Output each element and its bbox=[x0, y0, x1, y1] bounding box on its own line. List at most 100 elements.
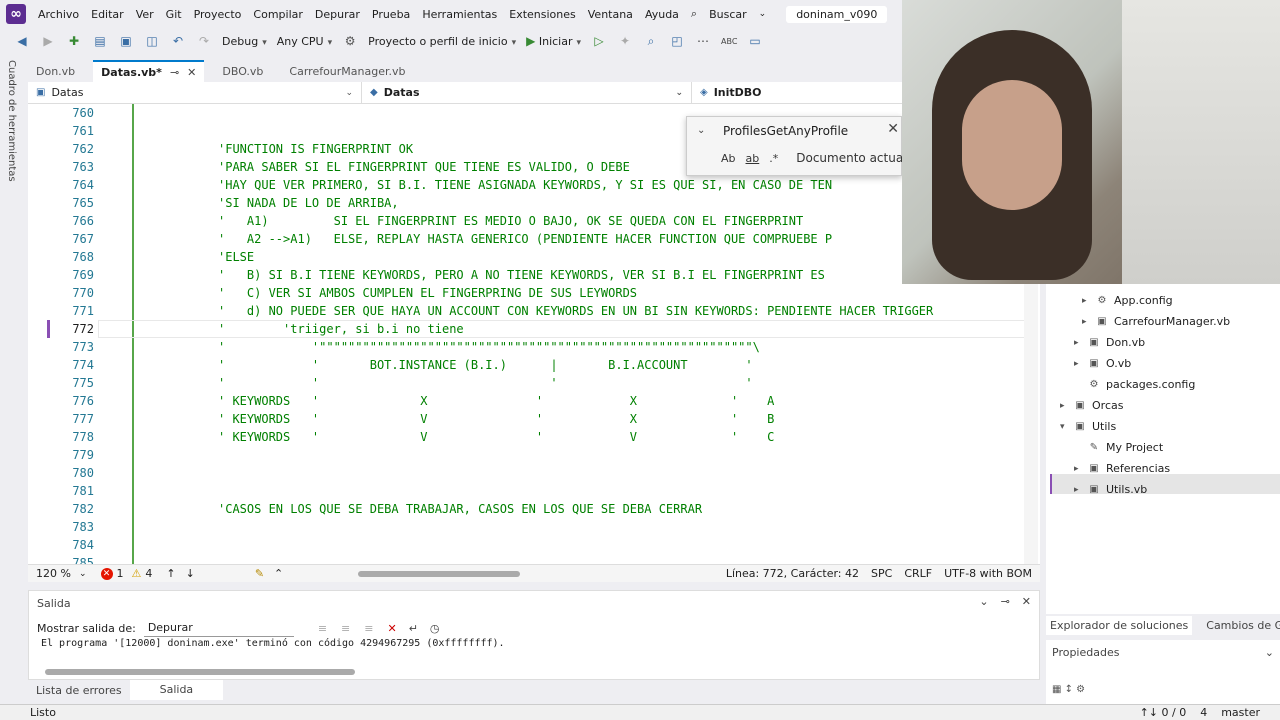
code-line[interactable] bbox=[218, 464, 933, 482]
code-line[interactable]: ' B) SI B.I TIENE KEYWORDS, PERO A NO TI… bbox=[218, 266, 933, 284]
expand-arrow-icon[interactable]: ▸ bbox=[1082, 317, 1094, 327]
word-wrap-icon[interactable]: ↵ bbox=[409, 622, 418, 635]
menu-depurar[interactable]: Depurar bbox=[309, 8, 366, 21]
expand-arrow-icon[interactable]: ▸ bbox=[1060, 401, 1072, 411]
chevron-down-icon[interactable]: ⌄ bbox=[753, 9, 773, 19]
menu-ventana[interactable]: Ventana bbox=[582, 8, 639, 21]
expand-arrow-icon[interactable]: ▸ bbox=[1074, 464, 1086, 474]
pin-icon[interactable]: ⊸ bbox=[170, 66, 179, 79]
menu-proyecto[interactable]: Proyecto bbox=[188, 8, 248, 21]
error-count[interactable]: 1 bbox=[117, 567, 124, 580]
solution-item[interactable]: ✎ My Project bbox=[1074, 441, 1163, 454]
pin-icon[interactable]: ⊸ bbox=[1001, 595, 1010, 608]
code-line[interactable]: 'ELSE bbox=[218, 248, 933, 266]
solution-item[interactable]: ▸ ▣ Utils.vb bbox=[1074, 483, 1147, 496]
regex-icon[interactable]: .* bbox=[769, 152, 778, 165]
chevron-down-icon[interactable]: ⌄ bbox=[79, 569, 87, 579]
expand-arrow-icon[interactable]: ▾ bbox=[1060, 422, 1072, 432]
expand-arrow-icon[interactable]: ▸ bbox=[1074, 485, 1086, 495]
whole-word-icon[interactable]: ab bbox=[746, 152, 760, 165]
menu-compilar[interactable]: Compilar bbox=[247, 8, 308, 21]
chevron-up-icon[interactable]: ⌃ bbox=[274, 567, 283, 580]
expand-arrow-icon[interactable]: ▸ bbox=[1074, 359, 1086, 369]
categorized-icon[interactable]: ▦ ↕ ⚙ bbox=[1052, 684, 1085, 695]
find-scope[interactable]: Documento actual bbox=[796, 151, 906, 165]
menu-herramientas[interactable]: Herramientas bbox=[416, 8, 503, 21]
code-line[interactable]: ' A1) SI EL FINGERPRINT ES MEDIO O BAJO,… bbox=[218, 212, 933, 230]
menu-ayuda[interactable]: Ayuda bbox=[639, 8, 685, 21]
code-line[interactable]: ' KEYWORDS ' X ' X ' A bbox=[218, 392, 933, 410]
new-project-icon[interactable]: ✚ bbox=[66, 34, 82, 48]
code-line[interactable] bbox=[218, 446, 933, 464]
browser-icon[interactable]: ◰ bbox=[669, 34, 685, 48]
code-line[interactable]: ' KEYWORDS ' V ' X ' B bbox=[218, 410, 933, 428]
file-encoding[interactable]: UTF-8 with BOM bbox=[944, 567, 1032, 580]
tab-don[interactable]: Don.vb bbox=[28, 60, 83, 82]
tab-git-changes[interactable]: Cambios de GIT: 9 bbox=[1202, 619, 1280, 632]
find-in-files-icon[interactable]: ⌕ bbox=[643, 34, 659, 49]
close-icon[interactable]: ✕ bbox=[887, 121, 899, 137]
pencil-count[interactable]: 4 bbox=[1200, 706, 1207, 719]
sync-counts[interactable]: ↑↓ 0 / 0 bbox=[1140, 706, 1187, 719]
menu-git[interactable]: Git bbox=[160, 8, 188, 21]
startup-dropdown[interactable]: Proyecto o perfil de inicio ▾ bbox=[368, 35, 516, 48]
code-line[interactable]: ' 'triiger, si b.i no tiene bbox=[218, 320, 933, 338]
tab-error-list[interactable]: Lista de errores bbox=[28, 684, 130, 697]
expand-arrow-icon[interactable]: ▸ bbox=[1074, 338, 1086, 348]
platform-dropdown[interactable]: Any CPU ▾ bbox=[277, 35, 332, 48]
start-without-debug-icon[interactable]: ▷ bbox=[591, 34, 607, 48]
config-dropdown[interactable]: Debug ▾ bbox=[222, 35, 267, 48]
toolbox-label[interactable]: Cuadro de herramientas bbox=[6, 60, 17, 182]
solution-item[interactable]: ⚙ packages.config bbox=[1074, 378, 1196, 391]
clear-all-icon[interactable]: ✕ bbox=[387, 622, 396, 635]
tab-output[interactable]: Salida bbox=[129, 680, 224, 700]
toolbox-sidebar[interactable]: Cuadro de herramientas bbox=[0, 54, 28, 704]
code-line[interactable]: ' ' ' ' bbox=[218, 374, 933, 392]
chevron-down-icon[interactable]: ⌄ bbox=[1265, 646, 1274, 659]
forward-icon[interactable]: ▶ bbox=[40, 34, 56, 48]
solution-item[interactable]: ▸ ▣ Don.vb bbox=[1074, 336, 1145, 349]
git-branch[interactable]: master bbox=[1221, 706, 1260, 719]
code-line[interactable]: ' A2 -->A1) ELSE, REPLAY HASTA GENERICO … bbox=[218, 230, 933, 248]
member-dropdown[interactable]: ◈ InitDBO bbox=[692, 82, 902, 103]
solution-item[interactable]: ▸ ▣ CarrefourManager.vb bbox=[1082, 315, 1230, 328]
solution-item[interactable]: ▸ ▣ O.vb bbox=[1074, 357, 1131, 370]
output-toolbar-icons[interactable]: ≡≡≡ bbox=[318, 622, 388, 635]
warning-icon[interactable]: ⚠ bbox=[132, 567, 142, 580]
solution-item[interactable]: ▾ ▣ Utils bbox=[1060, 420, 1116, 433]
start-button[interactable]: ▶ Iniciar ▾ bbox=[526, 34, 581, 48]
code-line[interactable]: ' d) NO PUEDE SER QUE HAYA UN ACCOUNT CO… bbox=[218, 302, 933, 320]
tab-datas[interactable]: Datas.vb* ⊸ ✕ bbox=[93, 60, 205, 82]
menu-ver[interactable]: Ver bbox=[130, 8, 160, 21]
redo-icon[interactable]: ↷ bbox=[196, 34, 212, 48]
code-line[interactable]: 'HAY QUE VER PRIMERO, SI B.I. TIENE ASIG… bbox=[218, 176, 933, 194]
menu-extensiones[interactable]: Extensiones bbox=[503, 8, 582, 21]
menu-archivo[interactable]: Archivo bbox=[32, 8, 85, 21]
code-line[interactable] bbox=[218, 536, 933, 554]
solution-item[interactable]: ▸ ▣ Referencias bbox=[1074, 462, 1170, 475]
close-icon[interactable]: ✕ bbox=[1022, 595, 1031, 608]
arrow-down-icon[interactable]: ↓ bbox=[186, 567, 195, 580]
spellcheck-icon[interactable]: ABC bbox=[721, 37, 737, 46]
close-icon[interactable]: ✕ bbox=[187, 66, 196, 79]
more-icon[interactable]: ⋯ bbox=[695, 34, 711, 48]
expand-arrow-icon[interactable]: ▸ bbox=[1082, 296, 1094, 306]
tab-solution-explorer[interactable]: Explorador de soluciones bbox=[1046, 615, 1193, 635]
code-line[interactable]: ' C) VER SI AMBOS CUMPLEN EL FINGERPRING… bbox=[218, 284, 933, 302]
menu-prueba[interactable]: Prueba bbox=[366, 8, 416, 21]
output-scrollbar[interactable] bbox=[45, 669, 355, 675]
menu-buscar[interactable]: Buscar bbox=[703, 8, 753, 21]
open-icon[interactable]: ▤ bbox=[92, 34, 108, 48]
chevron-down-icon[interactable]: ⌄ bbox=[697, 125, 705, 136]
menu-editar[interactable]: Editar bbox=[85, 8, 130, 21]
code-line[interactable] bbox=[218, 482, 933, 500]
code-line[interactable]: ' ' BOT.INSTANCE (B.I.) | B.I.ACCOUNT ' bbox=[218, 356, 933, 374]
code-line[interactable]: 'SI NADA DE LO DE ARRIBA, bbox=[218, 194, 933, 212]
error-icon[interactable]: ✕ bbox=[100, 567, 113, 580]
zoom-level[interactable]: 120 % bbox=[28, 567, 79, 580]
chevron-down-icon[interactable]: ⌄ bbox=[979, 595, 988, 608]
hot-reload-icon[interactable]: ✦ bbox=[617, 34, 633, 48]
class-dropdown[interactable]: ◆ Datas ⌄ bbox=[362, 82, 692, 103]
save-icon[interactable]: ▣ bbox=[118, 34, 134, 48]
code-line[interactable]: ' KEYWORDS ' V ' V ' C bbox=[218, 428, 933, 446]
